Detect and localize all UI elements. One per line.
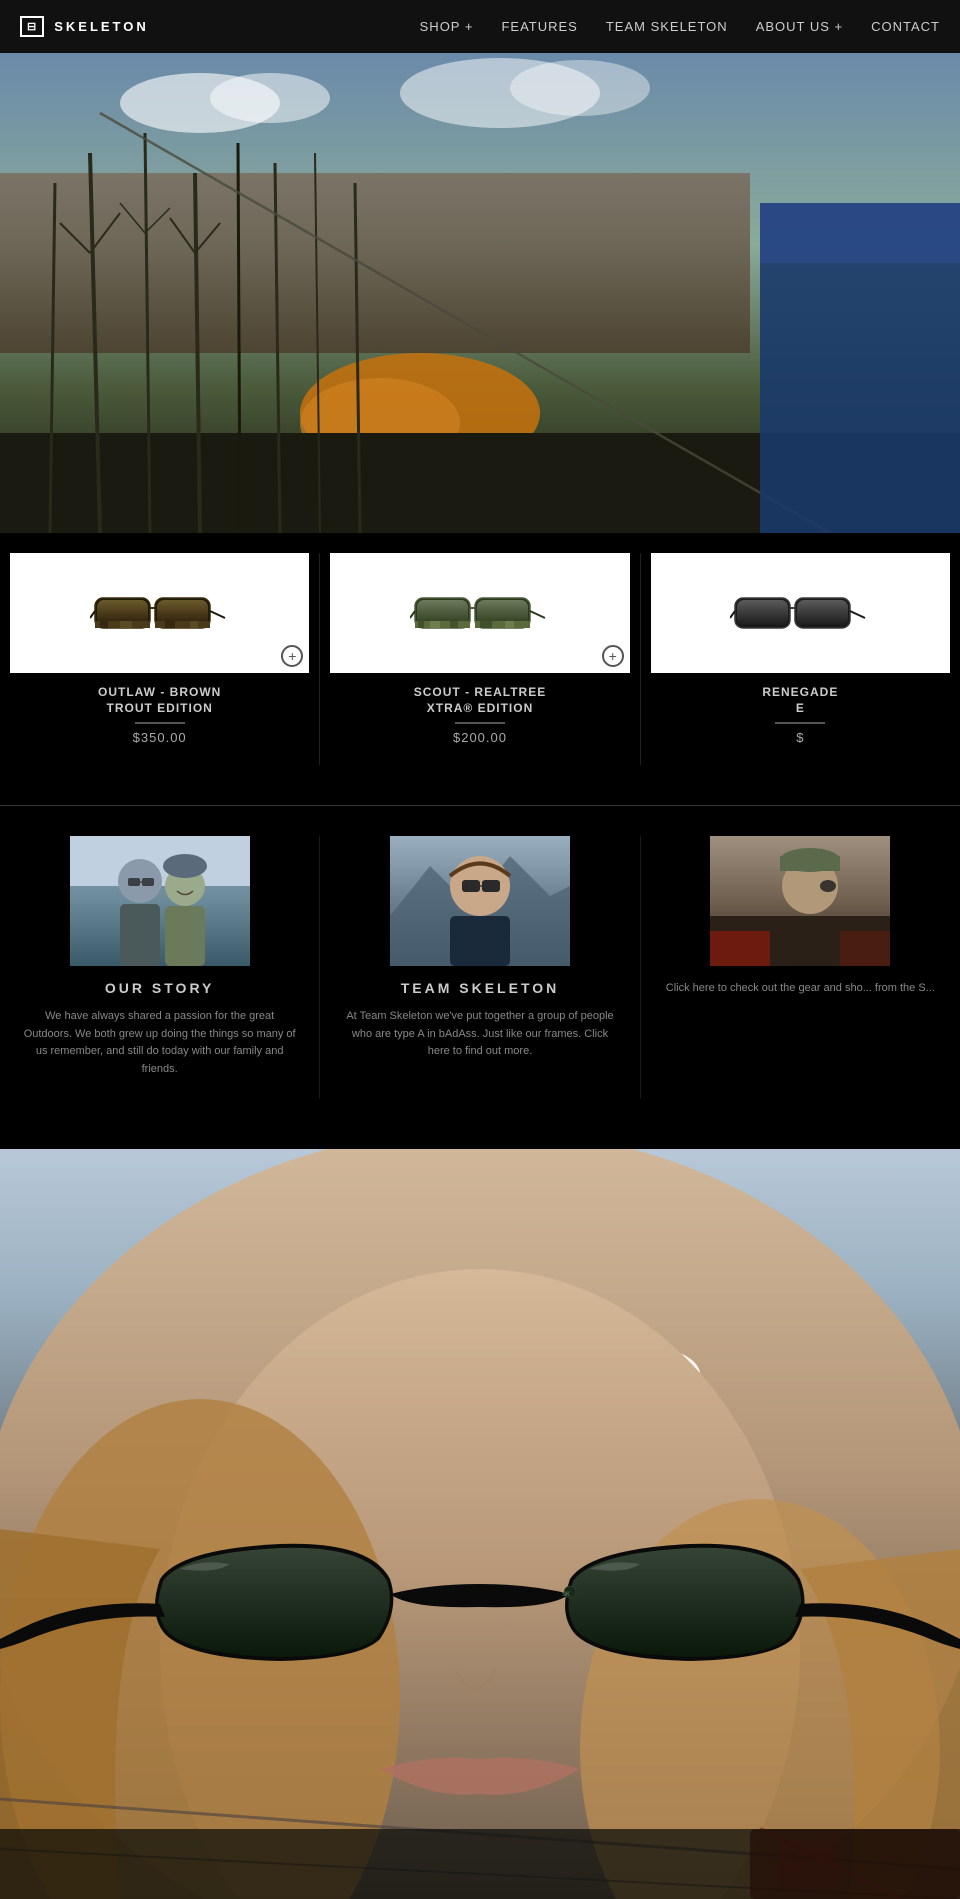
product-image-renegade — [651, 553, 950, 673]
product-name-renegade: RENEGADEE — [651, 685, 950, 716]
product-image-scout: + — [330, 553, 629, 673]
team-section: OUR STORY We have always shared a passio… — [0, 806, 960, 1148]
product-divider-scout — [455, 722, 505, 724]
story-title: OUR STORY — [20, 980, 299, 996]
logo-icon: ⊟ — [20, 16, 44, 37]
team-row: OUR STORY We have always shared a passio… — [0, 836, 960, 1098]
nav-link-features[interactable]: FEATURES — [501, 19, 577, 34]
product-price-renegade: $ — [651, 730, 950, 745]
third-text: Click here to check out the gear and sho… — [661, 980, 940, 998]
nav-links: SHOP + FEATURES TEAM SKELETON ABOUT US +… — [420, 18, 940, 36]
nav-item-team-skeleton[interactable]: TEAM SKELETON — [606, 18, 728, 36]
nav-link-contact[interactable]: CONTACT — [871, 19, 940, 34]
product-plus-scout[interactable]: + — [602, 645, 624, 667]
product-card-scout: + SCOUT - REALTREEXTRA® EDITION $200.00 — [320, 553, 640, 765]
nav-item-features[interactable]: FEATURES — [501, 18, 577, 36]
renegade-sunglass-svg — [730, 583, 870, 643]
third-photo — [710, 836, 890, 966]
hero-bottom-banner: SK — [0, 1149, 960, 1899]
svg-text:SK: SK — [562, 1592, 570, 1598]
story-photo-svg — [70, 836, 250, 966]
products-row: + OUTLAW - BROWNTROUT EDITION $350.00 — [0, 553, 960, 765]
products-section: + OUTLAW - BROWNTROUT EDITION $350.00 — [0, 533, 960, 805]
product-card-renegade: RENEGADEE $ — [641, 553, 960, 765]
logo-text: SKELETON — [54, 19, 149, 34]
story-text: We have always shared a passion for the … — [20, 1008, 299, 1078]
product-image-outlaw: + — [10, 553, 309, 673]
nav-item-contact[interactable]: CONTACT — [871, 18, 940, 36]
product-divider-outlaw — [135, 722, 185, 724]
team-skeleton-title: TEAM SKELETON — [340, 980, 619, 996]
product-card-outlaw: + OUTLAW - BROWNTROUT EDITION $350.00 — [0, 553, 320, 765]
logo[interactable]: ⊟ SKELETON — [20, 16, 149, 37]
product-divider-renegade — [775, 722, 825, 724]
product-name-outlaw: OUTLAW - BROWNTROUT EDITION — [10, 685, 309, 716]
outlaw-sunglass-svg — [90, 583, 230, 643]
nav-item-shop[interactable]: SHOP + — [420, 18, 474, 36]
product-name-scout: SCOUT - REALTREEXTRA® EDITION — [330, 685, 629, 716]
product-price-outlaw: $350.00 — [10, 730, 309, 745]
product-price-scout: $200.00 — [330, 730, 629, 745]
hero-landscape-svg — [0, 53, 960, 533]
nav-item-about-us[interactable]: ABOUT US + — [756, 18, 843, 36]
team-card-story: OUR STORY We have always shared a passio… — [0, 836, 320, 1098]
team-card-third: Click here to check out the gear and sho… — [641, 836, 960, 1098]
team-photo-svg — [390, 836, 570, 966]
third-photo-svg — [710, 836, 890, 966]
team-card-team-skeleton: TEAM SKELETON At Team Skeleton we've put… — [320, 836, 640, 1098]
scout-sunglass-svg — [410, 583, 550, 643]
nav-link-team-skeleton[interactable]: TEAM SKELETON — [606, 19, 728, 34]
hero-banner — [0, 53, 960, 533]
nav-link-about-us[interactable]: ABOUT US + — [756, 19, 843, 34]
hero-bottom-svg: SK — [0, 1149, 960, 1899]
story-photo — [70, 836, 250, 966]
team-skeleton-text: At Team Skeleton we've put together a gr… — [340, 1008, 619, 1061]
product-plus-outlaw[interactable]: + — [281, 645, 303, 667]
navigation: ⊟ SKELETON SHOP + FEATURES TEAM SKELETON… — [0, 0, 960, 53]
team-photo — [390, 836, 570, 966]
nav-link-shop[interactable]: SHOP + — [420, 19, 474, 34]
